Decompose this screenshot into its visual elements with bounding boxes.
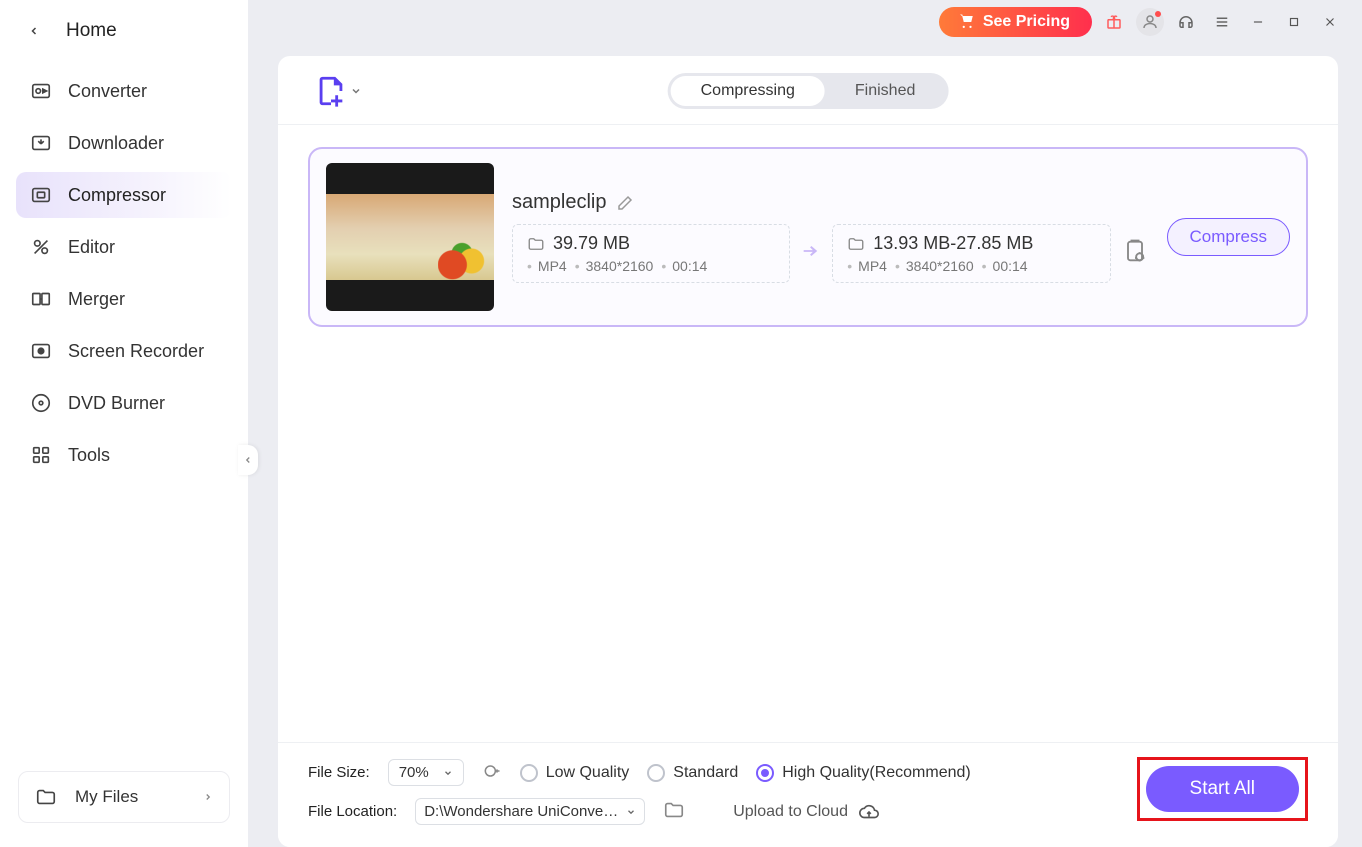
source-format: MP4 [527,258,567,274]
target-resolution: 3840*2160 [895,258,974,274]
user-icon [1141,13,1159,31]
radio-high-quality[interactable]: High Quality(Recommend) [756,764,971,782]
source-duration: 00:14 [661,258,707,274]
gift-icon-button[interactable] [1100,8,1128,36]
settings-output-button[interactable] [1121,237,1149,270]
minimize-icon [1251,15,1265,29]
target-size: 13.93 MB-27.85 MB [873,233,1033,254]
compress-button[interactable]: Compress [1167,218,1290,256]
content-header: Compressing Finished [278,56,1338,125]
chevron-down-icon [626,807,636,817]
gauge-icon [482,761,502,781]
content-card: Compressing Finished sampleclip [278,56,1338,847]
close-icon [1323,15,1337,29]
open-folder-button[interactable] [663,799,685,825]
file-size-label: File Size: [308,764,370,781]
sidebar-item-downloader[interactable]: Downloader [16,120,232,166]
chevron-down-icon [350,85,362,97]
minimize-button[interactable] [1244,8,1272,36]
chevron-left-icon [243,455,253,465]
my-files-button[interactable]: My Files [18,771,230,823]
menu-icon [1213,13,1231,31]
sidebar-item-dvd-burner[interactable]: DVD Burner [16,380,232,426]
editor-icon [30,236,52,258]
bottom-bar: File Size: 70% Low Quality Standard [278,742,1338,847]
folder-icon [847,235,865,253]
cloud-icon [858,801,880,823]
files-area: sampleclip 39.79 MB MP4 [278,125,1338,349]
arrow-icon [800,240,822,267]
source-resolution: 3840*2160 [575,258,654,274]
tabs: Compressing Finished [668,73,949,109]
start-all-button[interactable]: Start All [1146,766,1299,812]
file-size-select[interactable]: 70% [388,759,464,786]
dvd-burner-icon [30,392,52,414]
home-nav[interactable]: Home [0,0,248,60]
start-all-highlight: Start All [1137,757,1308,821]
tools-icon [30,444,52,466]
sidebar-item-editor[interactable]: Editor [16,224,232,270]
main-area: See Pricing [248,0,1362,847]
folder-icon [663,799,685,821]
maximize-icon [1287,15,1301,29]
tab-compressing[interactable]: Compressing [671,76,825,106]
radio-standard[interactable]: Standard [647,764,738,782]
user-icon-button[interactable] [1136,8,1164,36]
file-location-select[interactable]: D:\Wondershare UniConverter 1 [415,798,645,825]
sidebar-item-screen-recorder[interactable]: Screen Recorder [16,328,232,374]
quality-settings-icon[interactable] [482,761,502,785]
target-duration: 00:14 [982,258,1028,274]
source-size: 39.79 MB [553,233,630,254]
see-pricing-button[interactable]: See Pricing [939,7,1092,37]
home-label: Home [66,20,117,42]
source-info-box: 39.79 MB MP4 3840*2160 00:14 [512,224,790,283]
sidebar-item-tools[interactable]: Tools [16,432,232,478]
target-format: MP4 [847,258,887,274]
screen-recorder-icon [30,340,52,362]
chevron-right-icon [203,792,213,802]
cart-icon [957,13,975,31]
file-details: sampleclip 39.79 MB MP4 [512,191,1149,283]
titlebar: See Pricing [248,0,1362,44]
compressor-icon [30,184,52,206]
sidebar-item-converter[interactable]: Converter [16,68,232,114]
add-file-button[interactable] [314,74,362,108]
radio-circle [647,764,665,782]
collapse-sidebar-button[interactable] [238,445,258,475]
chevron-down-icon [443,768,453,778]
file-location-label: File Location: [308,803,397,820]
support-icon-button[interactable] [1172,8,1200,36]
file-item[interactable]: sampleclip 39.79 MB MP4 [308,147,1308,327]
file-name: sampleclip [512,191,606,214]
target-info-box: 13.93 MB-27.85 MB MP4 3840*2160 00:14 [832,224,1110,283]
close-button[interactable] [1316,8,1344,36]
sidebar-item-compressor[interactable]: Compressor [16,172,232,218]
sidebar: Home Converter Downloader Compressor Edi… [0,0,248,847]
downloader-icon [30,132,52,154]
add-file-icon [314,74,348,108]
edit-icon[interactable] [616,194,634,212]
radio-circle [756,764,774,782]
menu-icon-button[interactable] [1208,8,1236,36]
radio-low-quality[interactable]: Low Quality [520,764,630,782]
sidebar-item-merger[interactable]: Merger [16,276,232,322]
headset-icon [1177,13,1195,31]
chevron-left-icon [28,25,40,37]
nav-list: Converter Downloader Compressor Editor M… [0,60,248,478]
upload-to-cloud[interactable]: Upload to Cloud [733,801,880,823]
tab-finished[interactable]: Finished [825,76,945,106]
folder-icon [35,786,57,808]
radio-circle [520,764,538,782]
converter-icon [30,80,52,102]
gift-icon [1105,13,1123,31]
clipboard-gear-icon [1121,237,1149,265]
merger-icon [30,288,52,310]
maximize-button[interactable] [1280,8,1308,36]
folder-icon [527,235,545,253]
video-thumbnail[interactable] [326,163,494,311]
